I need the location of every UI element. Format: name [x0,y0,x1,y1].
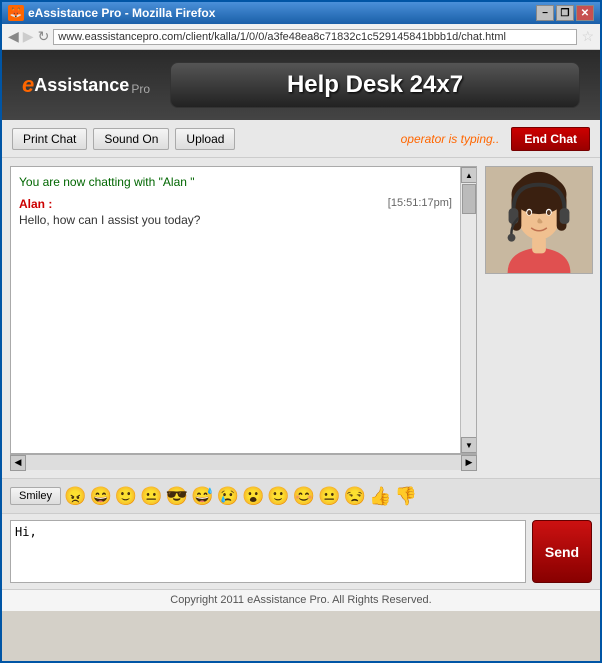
url-input[interactable] [53,29,577,45]
emoji-angry[interactable]: 😠 [64,487,86,505]
chat-message-text: Hello, how can I assist you today? [19,213,452,227]
footer: Copyright 2011 eAssistance Pro. All Righ… [2,589,600,611]
chat-container: You are now chatting with "Alan " Alan :… [2,158,485,478]
logo-text: Assistance [34,75,129,96]
scroll-thumb[interactable] [462,184,476,214]
emoji-unamused[interactable]: 😒 [344,487,366,505]
scroll-up-arrow[interactable]: ▲ [461,167,477,183]
emoji-thumbs-down[interactable]: 👎 [395,487,417,505]
chat-vertical-scrollbar[interactable]: ▲ ▼ [460,167,476,453]
restore-button[interactable]: ❐ [556,5,574,21]
scroll-down-arrow[interactable]: ▼ [461,437,477,453]
agent-photo-area [485,158,600,478]
main-area: You are now chatting with "Alan " Alan :… [2,158,600,478]
typing-status: operator is typing.. [401,132,500,146]
sound-on-button[interactable]: Sound On [93,128,169,150]
agent-photo [485,166,593,274]
send-button[interactable]: Send [532,520,592,583]
horizontal-scrollbar[interactable]: ◀ ▶ [10,454,477,470]
scroll-track [461,183,476,437]
end-chat-button[interactable]: End Chat [511,127,590,151]
emoji-sweat[interactable]: 😅 [191,487,213,505]
emoji-neutral[interactable]: 😐 [140,487,162,505]
minimize-button[interactable]: − [536,5,554,21]
address-bar: ◀ ▶ ↻ ☆ [2,24,600,50]
emoji-plain[interactable]: 😐 [318,487,340,505]
emoji-smile[interactable]: 🙂 [115,487,137,505]
emoji-cool[interactable]: 😎 [166,487,188,505]
window-controls[interactable]: − ❐ ✕ [536,5,594,21]
logo: e Assistance Pro [22,72,150,98]
scroll-right-arrow[interactable]: ▶ [461,455,477,471]
back-icon[interactable]: ◀ [8,28,19,45]
bookmark-star-icon[interactable]: ☆ [581,28,594,45]
scroll-left-arrow[interactable]: ◀ [10,455,26,471]
chat-sender: Alan : [19,197,52,211]
forward-icon[interactable]: ▶ [23,28,34,45]
banner-text: Help Desk 24x7 [287,71,463,99]
header: e Assistance Pro Help Desk 24x7 [2,50,600,120]
logo-e: e [22,72,34,98]
input-area: Hi, Send [2,514,600,589]
smiley-button[interactable]: Smiley [10,487,61,505]
chat-timestamp: [15:51:17pm] [388,197,452,211]
emoji-thumbs-up[interactable]: 👍 [369,487,391,505]
banner: Help Desk 24x7 [170,62,580,108]
emoji-slight-smile[interactable]: 🙂 [267,487,289,505]
emoji-surprised[interactable]: 😮 [242,487,264,505]
chat-welcome-message: You are now chatting with "Alan " [19,175,452,189]
print-chat-button[interactable]: Print Chat [12,128,87,150]
logo-pro: Pro [131,82,150,96]
window-title: eAssistance Pro - Mozilla Firefox [28,6,536,20]
chat-scroll-wrapper: You are now chatting with "Alan " Alan :… [10,166,477,454]
emoji-bar: Smiley 😠 😄 🙂 😐 😎 😅 😢 😮 🙂 😊 😐 😒 👍 👎 [2,478,600,514]
chat-message-header: Alan : [15:51:17pm] [19,197,452,211]
emoji-sad[interactable]: 😢 [217,487,239,505]
title-bar: 🦊 eAssistance Pro - Mozilla Firefox − ❐ … [2,2,600,24]
emoji-happy[interactable]: 😄 [89,487,111,505]
emoji-blush[interactable]: 😊 [293,487,315,505]
upload-button[interactable]: Upload [175,128,235,150]
footer-text: Copyright 2011 eAssistance Pro. All Righ… [170,594,431,606]
close-button[interactable]: ✕ [576,5,594,21]
reload-icon[interactable]: ↻ [38,28,50,45]
h-scroll-track [26,455,461,470]
browser-icon: 🦊 [8,5,24,21]
message-input[interactable]: Hi, [10,520,526,583]
toolbar: Print Chat Sound On Upload operator is t… [2,120,600,158]
chat-content: You are now chatting with "Alan " Alan :… [11,167,460,453]
